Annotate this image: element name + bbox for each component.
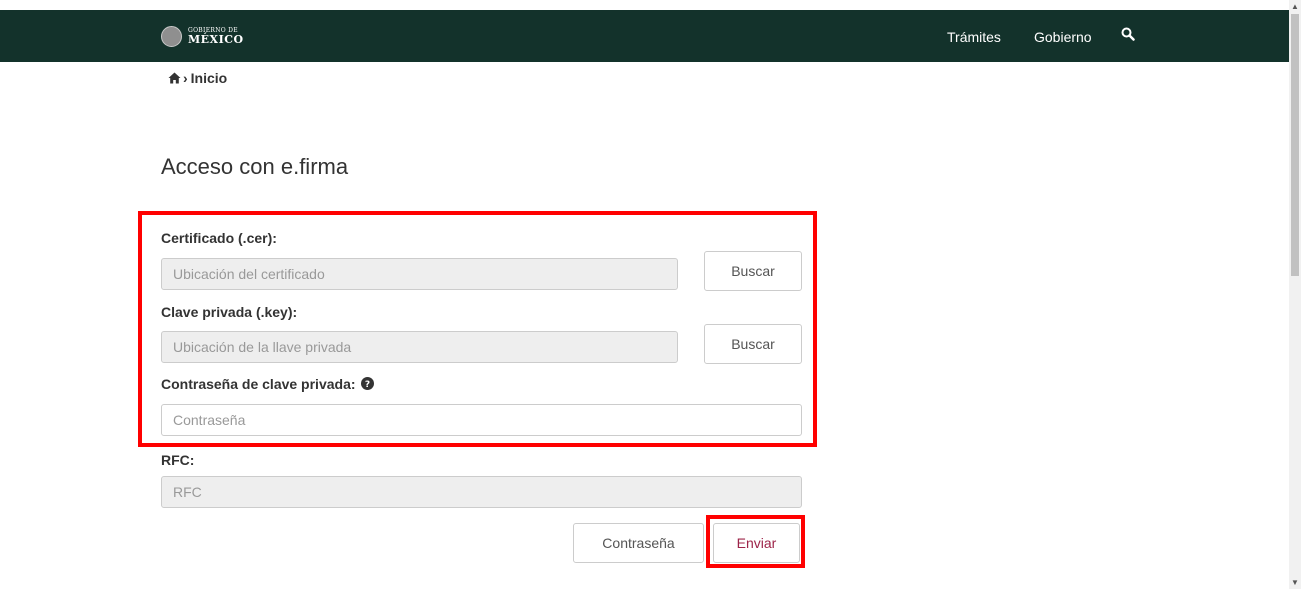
submit-button[interactable]: Enviar (713, 523, 800, 563)
gobierno-logo[interactable]: GOBIERNO DE MÉXICO (161, 26, 244, 47)
breadcrumb-inicio[interactable]: Inicio (191, 70, 228, 86)
home-icon[interactable] (168, 72, 181, 84)
nav-gobierno[interactable]: Gobierno (1034, 29, 1092, 45)
key-browse-button[interactable]: Buscar (704, 324, 802, 364)
svg-text:?: ? (365, 380, 370, 390)
seal-icon (161, 26, 182, 47)
breadcrumb-separator: › (183, 70, 188, 86)
rfc-input[interactable] (161, 476, 802, 508)
password-mode-button[interactable]: Contraseña (573, 523, 704, 563)
scroll-down-icon[interactable]: ▼ (1291, 578, 1299, 587)
scroll-up-icon[interactable]: ▲ (1291, 2, 1299, 11)
key-file-input[interactable] (161, 331, 678, 363)
scroll-thumb[interactable] (1291, 14, 1299, 276)
cert-file-input[interactable] (161, 258, 678, 290)
key-label: Clave privada (.key): (161, 304, 298, 320)
rfc-label: RFC: (161, 452, 195, 468)
cert-label: Certificado (.cer): (161, 230, 277, 246)
password-input[interactable] (161, 404, 802, 436)
password-label: Contraseña de clave privada: ? (161, 376, 375, 392)
nav-tramites[interactable]: Trámites (947, 29, 1001, 45)
top-navbar: GOBIERNO DE MÉXICO Trámites Gobierno (0, 10, 1289, 62)
help-icon[interactable]: ? (361, 377, 375, 390)
logo-big-text: MÉXICO (188, 33, 244, 46)
search-icon[interactable] (1121, 27, 1135, 41)
page-scrollbar[interactable]: ▲ ▼ (1289, 0, 1301, 589)
page-title: Acceso con e.firma (161, 154, 349, 179)
breadcrumb: › Inicio (168, 70, 227, 86)
cert-browse-button[interactable]: Buscar (704, 251, 802, 291)
